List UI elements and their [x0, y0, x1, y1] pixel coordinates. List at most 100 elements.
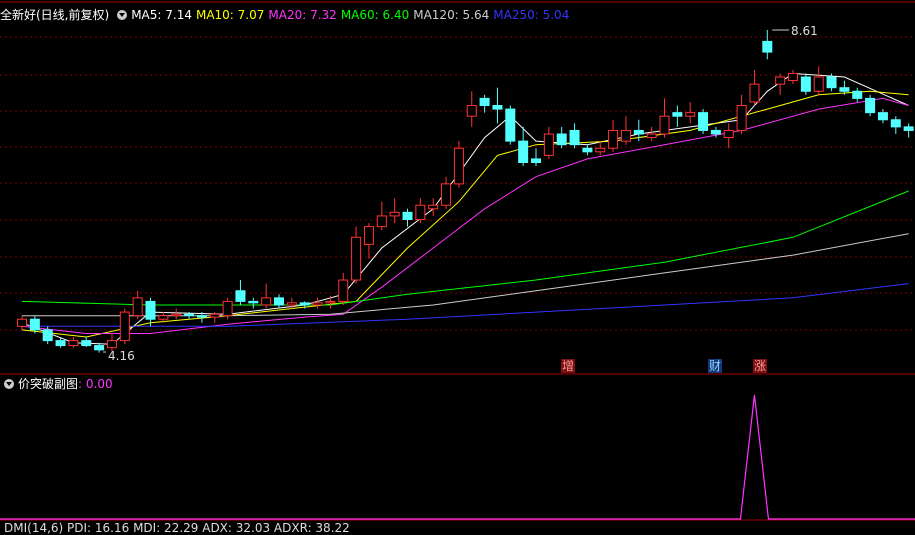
candle[interactable] — [865, 94, 876, 117]
settings-dropdown-icon[interactable] — [117, 10, 128, 20]
candle-body — [543, 133, 554, 156]
candle[interactable] — [800, 73, 811, 95]
candle[interactable] — [543, 126, 554, 159]
candle[interactable] — [363, 223, 374, 259]
candle-body — [672, 112, 683, 117]
candle-body — [569, 129, 580, 146]
candle[interactable] — [261, 283, 272, 309]
candle[interactable] — [531, 148, 541, 167]
candle[interactable] — [479, 94, 490, 113]
candle[interactable] — [736, 94, 747, 135]
candle-body — [595, 147, 606, 153]
candle-body — [415, 204, 426, 220]
candle-body — [826, 76, 837, 89]
candle-body — [106, 340, 117, 349]
low-price-value: 4.16 — [108, 349, 135, 363]
candle-body — [81, 340, 92, 347]
ma120-label: MA120: 5.64 — [413, 8, 490, 22]
event-tag-financial-report[interactable]: 财 — [708, 359, 723, 373]
ma5-label: MA5: 7.14 — [131, 8, 192, 22]
stock-chart[interactable] — [0, 0, 915, 529]
candle[interactable] — [132, 290, 143, 320]
candle[interactable] — [505, 105, 516, 145]
candle[interactable] — [685, 101, 696, 124]
candle[interactable] — [775, 73, 786, 95]
candle-body — [132, 297, 143, 317]
candle[interactable] — [325, 295, 336, 309]
candle[interactable] — [608, 119, 619, 152]
candle-body — [659, 115, 670, 135]
candle-body — [376, 215, 387, 228]
candle-body — [903, 126, 914, 131]
candle[interactable] — [274, 294, 284, 309]
candle[interactable] — [659, 98, 670, 138]
candle[interactable] — [248, 297, 259, 309]
dmi-header: DMI(14,6) PDI: 16.16 MDI: 22.29 ADX: 32.… — [0, 521, 354, 535]
candle[interactable] — [312, 297, 323, 309]
candle[interactable] — [646, 126, 657, 142]
candle[interactable] — [582, 144, 593, 156]
candle-body — [633, 129, 644, 135]
candle[interactable] — [813, 66, 824, 95]
candle-body — [312, 302, 323, 306]
candle[interactable] — [453, 141, 464, 188]
ma10-label: MA10: 7.07 — [195, 8, 265, 22]
candle[interactable] — [402, 208, 413, 227]
candle[interactable] — [556, 126, 567, 149]
candle-body — [17, 318, 27, 327]
candle-body — [492, 105, 503, 110]
main-chart-header: 全新好(日线,前复权) MA5: 7.14 MA10: 7.07 MA20: 7.32… — [0, 8, 573, 22]
candle[interactable] — [518, 126, 529, 167]
candle[interactable] — [338, 272, 349, 305]
candle-body — [800, 76, 811, 92]
candle-body — [94, 345, 105, 351]
chart-title: 全新好(日线,前复权) — [0, 8, 110, 22]
candle-body — [171, 313, 182, 317]
candle[interactable] — [389, 198, 400, 224]
indicator-line — [0, 394, 915, 520]
candle-body — [209, 313, 220, 318]
candle[interactable] — [492, 87, 503, 124]
candle[interactable] — [595, 141, 606, 156]
candle-body — [646, 133, 657, 139]
candle[interactable] — [222, 297, 233, 320]
candle-body — [261, 297, 272, 306]
candle-body — [698, 112, 709, 131]
candle[interactable] — [466, 91, 477, 127]
candle[interactable] — [415, 198, 426, 224]
candle-body — [248, 300, 259, 304]
event-tag-add-shares[interactable]: 增 — [561, 359, 576, 373]
candle[interactable] — [428, 198, 439, 216]
sub-chart-dropdown-icon[interactable] — [4, 379, 14, 389]
candle[interactable] — [441, 176, 452, 209]
candle-body — [723, 129, 734, 139]
candle[interactable] — [788, 69, 798, 85]
candle[interactable] — [723, 123, 734, 149]
candle-body — [55, 340, 66, 347]
candle[interactable] — [171, 308, 182, 320]
candle[interactable] — [620, 116, 631, 145]
candle-body — [865, 97, 876, 114]
candle[interactable] — [17, 315, 27, 330]
candle[interactable] — [569, 123, 580, 149]
candle[interactable] — [376, 201, 387, 231]
candle[interactable] — [351, 226, 362, 284]
candle-body — [685, 112, 696, 117]
candle[interactable] — [68, 337, 79, 348]
candle[interactable] — [890, 116, 901, 135]
candle[interactable] — [762, 30, 773, 60]
candle[interactable] — [852, 87, 863, 102]
candle[interactable] — [81, 337, 92, 347]
candle[interactable] — [698, 109, 709, 135]
candle[interactable] — [903, 123, 914, 138]
candle-body — [710, 129, 721, 135]
candle-body — [68, 340, 79, 347]
candle-body — [325, 300, 336, 304]
candle-body — [428, 204, 439, 210]
candle-body — [196, 315, 207, 318]
candle-body — [466, 105, 477, 117]
event-tag-limit-up[interactable]: 涨 — [753, 359, 768, 373]
candle[interactable] — [672, 105, 683, 127]
candle[interactable] — [235, 280, 246, 305]
candle[interactable] — [119, 308, 130, 345]
